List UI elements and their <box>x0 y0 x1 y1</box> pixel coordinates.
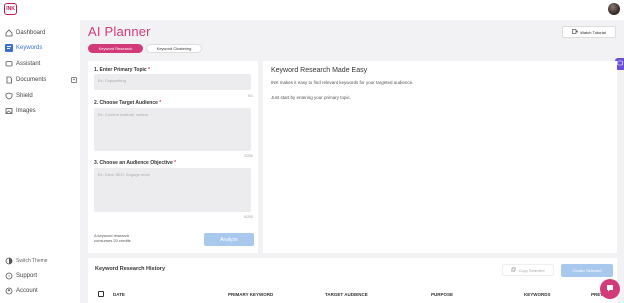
top-bar: INK <box>0 0 624 20</box>
column-header[interactable]: PURPOSE <box>431 292 453 297</box>
sidebar-item-images[interactable]: Images <box>5 106 36 116</box>
switch-theme-button[interactable]: Switch Theme <box>5 256 48 266</box>
placeholder: Ex: Drive SEO, Engage more <box>98 172 151 177</box>
copy-icon <box>511 267 517 273</box>
placeholder: Ex: Content Institute, writers <box>98 112 149 117</box>
history-title: Keyword Research History <box>95 266 165 272</box>
sidebar-item-label: Account <box>16 288 38 294</box>
document-icon <box>5 76 13 84</box>
primary-topic-input[interactable]: Ex: Copywriting <box>94 74 251 90</box>
sidebar-item-label: Support <box>16 273 38 279</box>
objective-counter: 0/200 <box>244 215 253 219</box>
sidebar-item-label: Switch Theme <box>16 258 48 264</box>
copy-selected-label: Copy Selected <box>518 267 545 273</box>
sidebar-item-label: Assistant <box>16 61 41 67</box>
info-line: INK makes it easy to find relevant keywo… <box>271 80 414 85</box>
keyword-form-card: 1. Enter Primary Topic * Ex: Copywriting… <box>88 61 258 253</box>
cluster-selected-button[interactable]: Cluster Selected <box>561 264 613 277</box>
watch-tutorial-button[interactable]: Watch Tutorial <box>562 26 616 38</box>
column-header[interactable]: PRIMARY KEYWORD <box>228 292 273 297</box>
logo-text: INK <box>6 6 15 12</box>
credits-note-line: consumes 20 credits <box>94 238 131 243</box>
app-logo[interactable]: INK <box>4 3 17 15</box>
avatar[interactable] <box>608 3 620 15</box>
sidebar-item-label: Shield <box>16 93 33 99</box>
sidebar-item-label: Documents <box>16 77 47 83</box>
chat-bubble-icon <box>605 283 615 295</box>
sidebar-item-label: Keywords <box>16 45 43 51</box>
home-icon <box>5 29 13 37</box>
support-button[interactable]: ? Support <box>5 271 37 281</box>
video-icon <box>572 29 578 35</box>
select-all-checkbox[interactable] <box>98 291 104 297</box>
analyze-button[interactable]: Analyze <box>204 233 254 246</box>
history-panel: Keyword Research History Copy Selected C… <box>88 258 617 303</box>
sidebar-item-keywords[interactable]: Keywords <box>5 43 42 53</box>
watch-tutorial-label: Watch Tutorial <box>580 29 606 35</box>
chat-support-button[interactable] <box>600 279 620 299</box>
sidebar: Dashboard Keywords Assistant Documents +… <box>0 20 80 303</box>
assistant-icon <box>616 60 623 68</box>
account-button[interactable]: Account <box>5 286 38 296</box>
topic-counter: 0/1 <box>248 94 253 98</box>
chat-icon <box>5 60 13 68</box>
sidebar-item-assistant[interactable]: Assistant <box>5 59 40 69</box>
shield-icon <box>5 92 13 100</box>
account-icon <box>5 287 13 295</box>
keywords-icon <box>5 44 13 52</box>
image-icon <box>5 107 13 115</box>
sidebar-item-documents[interactable]: Documents <box>5 75 46 85</box>
page-title: AI Planner <box>88 24 151 39</box>
credits-note: A keyword research consumes 20 credits <box>94 233 131 243</box>
svg-text:?: ? <box>8 274 11 279</box>
info-title: Keyword Research Made Easy <box>271 67 368 74</box>
info-card: Keyword Research Made Easy INK makes it … <box>263 61 617 253</box>
sidebar-item-label: Dashboard <box>16 30 46 36</box>
add-document-button[interactable]: + <box>71 77 77 83</box>
sidebar-item-shield[interactable]: Shield <box>5 91 33 101</box>
info-line: Just start by entering your primary topi… <box>271 95 352 100</box>
objective-label: 3. Choose an Audience Objective * <box>94 160 177 166</box>
column-header[interactable]: KEYWORDS <box>524 292 551 297</box>
audience-objective-input[interactable]: Ex: Drive SEO, Engage more <box>94 168 251 212</box>
theme-icon <box>5 257 13 265</box>
column-header[interactable]: DATE <box>113 292 125 297</box>
tab-keyword-clustering[interactable]: Keyword Clustering <box>146 44 202 53</box>
audience-counter: 0/200 <box>244 154 253 158</box>
copy-selected-button[interactable]: Copy Selected <box>502 264 554 276</box>
audience-label: 2. Choose Target Audience * <box>94 100 162 106</box>
target-audience-input[interactable]: Ex: Content Institute, writers <box>94 108 251 151</box>
help-icon: ? <box>5 272 13 280</box>
topic-label: 1. Enter Primary Topic * <box>94 67 151 73</box>
sidebar-item-dashboard[interactable]: Dashboard <box>5 28 45 38</box>
tab-keyword-research[interactable]: Keyword Research <box>88 44 143 53</box>
sidebar-item-label: Images <box>16 108 36 114</box>
placeholder: Ex: Copywriting <box>98 78 126 83</box>
column-header[interactable]: TARGET AUDIENCE <box>325 292 368 297</box>
